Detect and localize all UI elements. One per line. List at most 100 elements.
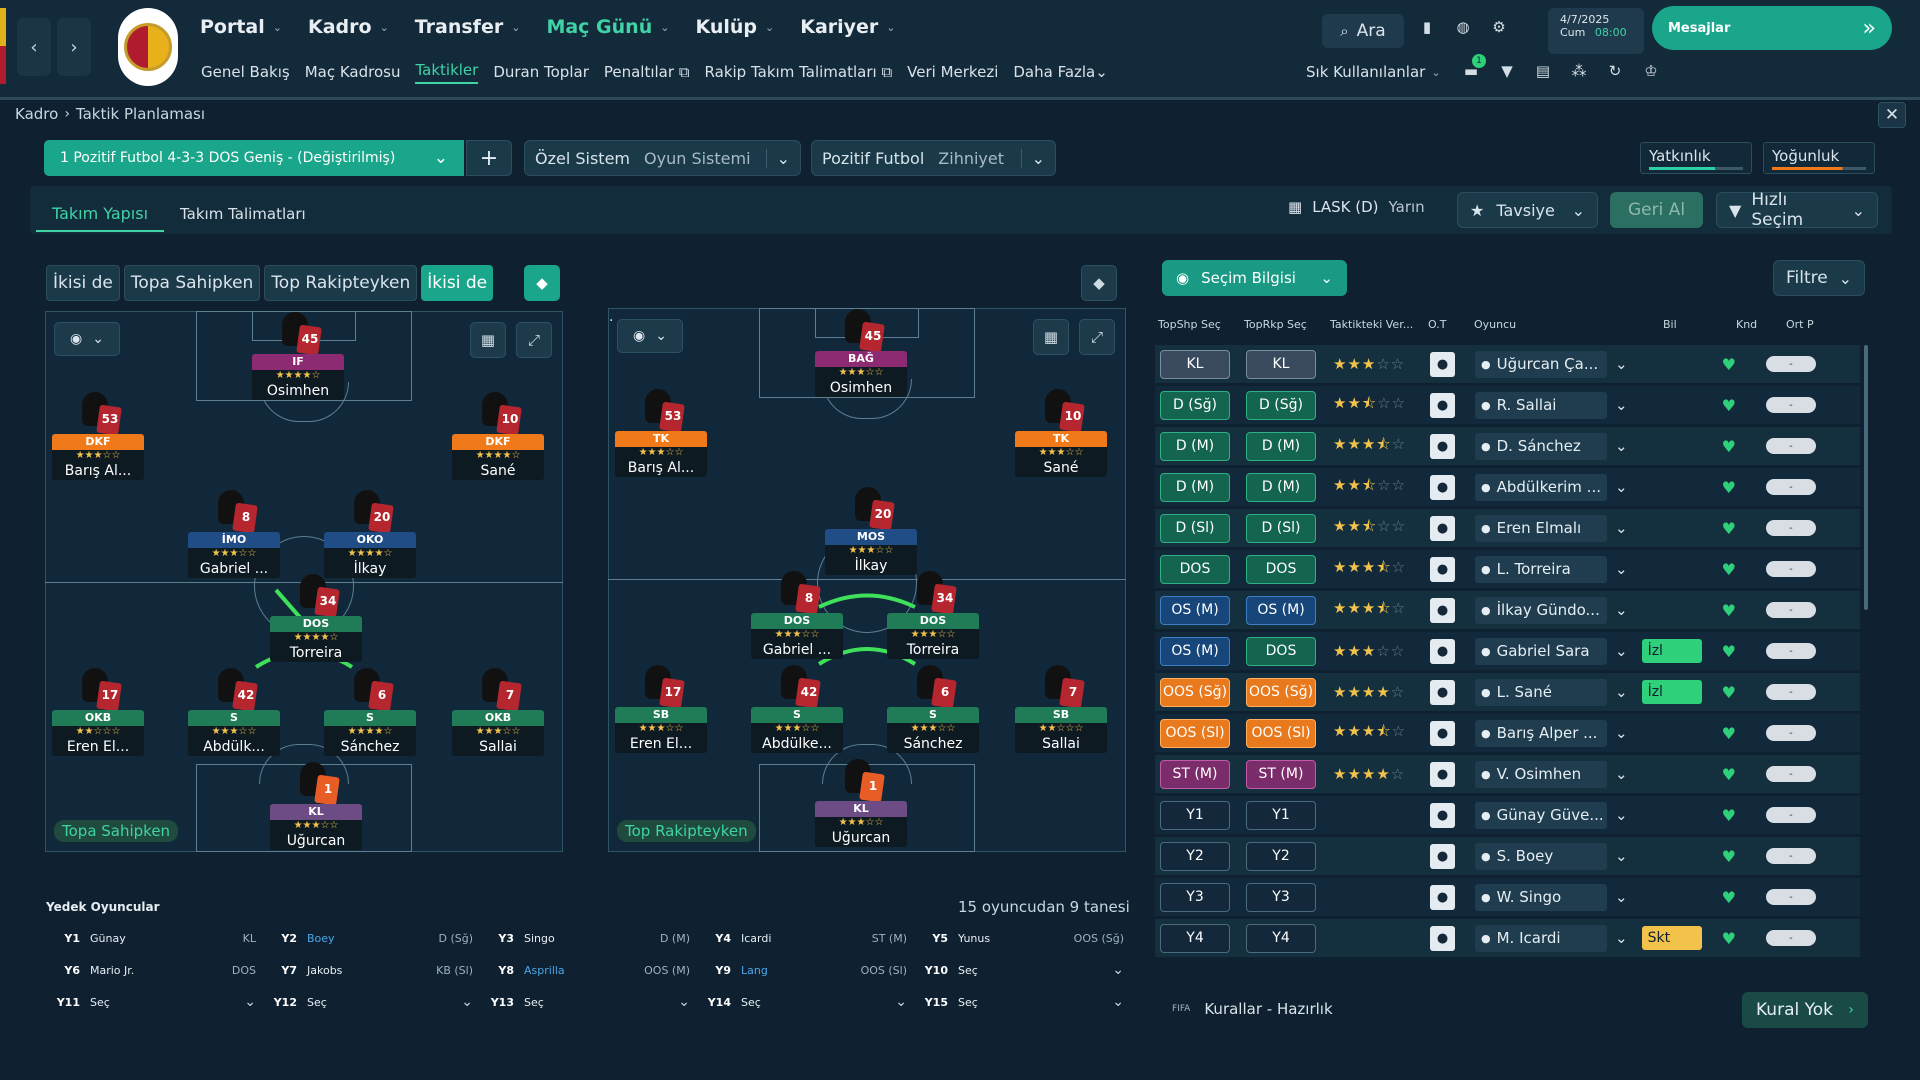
submenu-4[interactable]: Penaltılar ⧉: [604, 63, 690, 81]
out-possession-position[interactable]: DOS: [1246, 636, 1316, 666]
table-row[interactable]: Y4 Y4 ● ● M. Icardi ⌄ Skt ♥ -: [1155, 919, 1860, 957]
person-icon[interactable]: ●: [1430, 925, 1455, 951]
clipboard-icon[interactable]: ▤: [1532, 60, 1554, 82]
person-icon[interactable]: ●: [1430, 351, 1455, 377]
person-icon[interactable]: ●: [1430, 597, 1455, 623]
player-name-field[interactable]: ● Günay Güve...: [1475, 801, 1607, 829]
chevron-down-icon[interactable]: ⌄: [1615, 560, 1628, 578]
shirt-icon[interactable]: ▼: [1496, 60, 1518, 82]
sub-slot[interactable]: Y4 Icardi ST (M): [697, 928, 907, 948]
add-tactic-button[interactable]: +: [466, 140, 512, 176]
person-icon[interactable]: ●: [1430, 433, 1455, 459]
menu-2[interactable]: Transfer ⌄: [415, 16, 521, 38]
globe-icon[interactable]: ◍: [1452, 16, 1474, 38]
menu-4[interactable]: Kulüp ⌄: [695, 16, 774, 38]
search-button[interactable]: ⌕ Ara: [1322, 14, 1404, 48]
table-row[interactable]: Y2 Y2 ● ● S. Boey ⌄ ♥ -: [1155, 837, 1860, 875]
player-name-field[interactable]: ● W. Singo: [1475, 883, 1607, 911]
table-scrollbar[interactable]: [1864, 345, 1868, 610]
filter-button[interactable]: Filtre ⌄: [1773, 260, 1865, 296]
chevron-down-icon[interactable]: ⌄: [1615, 396, 1628, 414]
close-button[interactable]: ✕: [1878, 102, 1906, 128]
submenu-2[interactable]: Taktikler: [415, 61, 479, 84]
sub-slot[interactable]: Y3 Singo D (M): [480, 928, 690, 948]
player-name-field[interactable]: ● Gabriel Sara: [1475, 637, 1607, 665]
favourites-dropdown[interactable]: Sık Kullanılanlar ⌄: [1306, 63, 1441, 81]
advice-button[interactable]: ★ Tavsiye ⌄: [1457, 192, 1598, 228]
date-display[interactable]: 4/7/2025 Cum 08:00: [1548, 8, 1644, 54]
sub-slot[interactable]: Y14 Seç ⌄: [697, 992, 907, 1012]
player-card[interactable]: 7 OKB ★★★☆☆ Sallai: [452, 668, 544, 756]
chevron-down-icon[interactable]: ⌄: [1615, 888, 1628, 906]
player-card[interactable]: 42 S ★★★☆☆ Abdülk...: [188, 668, 280, 756]
chevron-down-icon[interactable]: ⌄: [1615, 437, 1628, 455]
out-possession-position[interactable]: OOS (Sğ): [1246, 677, 1316, 707]
sub-slot[interactable]: Y2 Boey D (Sğ): [263, 928, 473, 948]
chevron-down-icon[interactable]: ⌄: [1615, 519, 1628, 537]
in-possession-position[interactable]: OOS (Sl): [1160, 718, 1230, 748]
player-name-field[interactable]: ● L. Sané: [1475, 678, 1607, 706]
person-icon[interactable]: ●: [1430, 638, 1455, 664]
player-name-field[interactable]: ● Eren Elmalı: [1475, 514, 1607, 542]
table-row[interactable]: DOS DOS ★★★⯪☆ ● ● L. Torreira ⌄ ♥ -: [1155, 550, 1860, 588]
out-possession-position[interactable]: OOS (Sl): [1246, 718, 1316, 748]
in-possession-position[interactable]: Y2: [1160, 841, 1230, 871]
in-possession-position[interactable]: OOS (Sğ): [1160, 677, 1230, 707]
diamond-button[interactable]: ◆: [524, 265, 560, 301]
column-header[interactable]: TopShp Seç: [1158, 318, 1221, 331]
out-possession-position[interactable]: Y1: [1246, 800, 1316, 830]
table-row[interactable]: OS (M) DOS ★★★☆☆ ● ● Gabriel Sara ⌄ İzl ♥ -: [1155, 632, 1860, 670]
phase-tab-2[interactable]: Top Rakipteyken: [264, 265, 418, 301]
person-icon[interactable]: ●: [1430, 720, 1455, 746]
sub-slot[interactable]: Y11 Seç ⌄: [46, 992, 256, 1012]
player-name-field[interactable]: ● L. Torreira: [1475, 555, 1607, 583]
submenu-1[interactable]: Maç Kadrosu: [305, 63, 401, 81]
submenu-3[interactable]: Duran Toplar: [493, 63, 589, 81]
player-card[interactable]: 7 SB ★★☆☆☆ Sallai: [1015, 665, 1107, 753]
chevron-down-icon[interactable]: ⌄: [1615, 683, 1628, 701]
column-header[interactable]: TopRkp Seç: [1244, 318, 1307, 331]
sub-slot[interactable]: Y8 Asprilla OOS (M): [480, 960, 690, 980]
player-card[interactable]: 53 TK ★★★☆☆ Barış Al...: [615, 389, 707, 477]
in-possession-position[interactable]: OS (M): [1160, 595, 1230, 625]
sub-slot[interactable]: Y5 Yunus OOS (Sğ): [914, 928, 1124, 948]
player-card[interactable]: 10 DKF ★★★★☆ Sané: [452, 392, 544, 480]
in-possession-position[interactable]: D (Sğ): [1160, 390, 1230, 420]
player-name-field[interactable]: ● S. Boey: [1475, 842, 1607, 870]
player-card[interactable]: 8 İMO ★★★☆☆ Gabriel ...: [188, 490, 280, 578]
out-possession-position[interactable]: OS (M): [1246, 595, 1316, 625]
sub-slot[interactable]: Y10 Seç ⌄: [914, 960, 1124, 980]
club-logo[interactable]: [118, 8, 178, 86]
player-card[interactable]: 34 DOS ★★★★☆ Torreira: [270, 574, 362, 662]
chat-icon[interactable]: ▬ 1: [1460, 54, 1486, 82]
diamond-button-right[interactable]: ◆: [1081, 265, 1117, 301]
table-row[interactable]: OOS (Sl) OOS (Sl) ★★★⯪☆ ● ● Barış Alper ... ⌄ ♥…: [1155, 714, 1860, 752]
person-icon[interactable]: ●: [1430, 392, 1455, 418]
in-possession-position[interactable]: DOS: [1160, 554, 1230, 584]
column-header[interactable]: Bil: [1663, 318, 1677, 331]
sub-slot[interactable]: Y15 Seç ⌄: [914, 992, 1124, 1012]
player-name-field[interactable]: ● R. Sallai: [1475, 391, 1607, 419]
status-badge[interactable]: İzl: [1641, 639, 1702, 663]
table-row[interactable]: Y3 Y3 ● ● W. Singo ⌄ ♥ -: [1155, 878, 1860, 916]
person-icon[interactable]: ●: [1430, 761, 1455, 787]
team-icon[interactable]: ⁂: [1568, 60, 1590, 82]
player-card[interactable]: 1 KL ★★★☆☆ Uğurcan: [270, 762, 362, 850]
table-row[interactable]: Y1 Y1 ● ● Günay Güve... ⌄ ♥ -: [1155, 796, 1860, 834]
column-header[interactable]: Knd: [1736, 318, 1757, 331]
person-icon[interactable]: ●: [1430, 515, 1455, 541]
chevron-down-icon[interactable]: ⌄: [1615, 806, 1628, 824]
tab-team-instructions[interactable]: Takım Talimatları: [180, 196, 306, 232]
person-icon[interactable]: ●: [1430, 556, 1455, 582]
selection-info-button[interactable]: ◉ Seçim Bilgisi ⌄: [1162, 260, 1347, 296]
submenu-0[interactable]: Genel Bakış: [201, 63, 290, 81]
submenu-7[interactable]: Daha Fazla⌄: [1013, 63, 1107, 81]
bookmark-icon[interactable]: ▮: [1416, 16, 1438, 38]
player-name-field[interactable]: ● D. Sánchez: [1475, 432, 1607, 460]
menu-0[interactable]: Portal ⌄: [200, 16, 282, 38]
player-card[interactable]: 6 S ★★★★☆ Sánchez: [324, 668, 416, 756]
sub-slot[interactable]: Y6 Mario Jr. DOS: [46, 960, 256, 980]
forward-button[interactable]: ›: [57, 18, 91, 76]
trophy-icon[interactable]: ♔: [1640, 60, 1662, 82]
player-card[interactable]: 20 OKO ★★★★☆ İlkay: [324, 490, 416, 578]
